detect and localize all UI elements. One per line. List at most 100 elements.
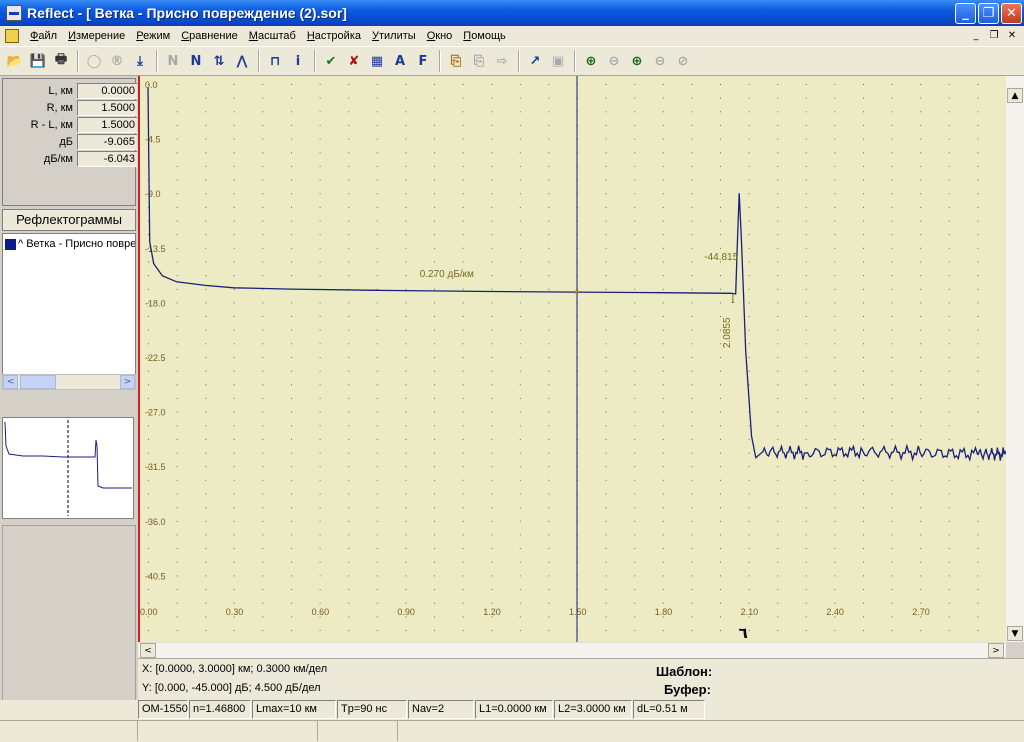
grid-dot [691,111,693,113]
grid-dot [205,520,207,522]
grid-dot [777,152,779,154]
trace-n1-icon[interactable]: N [162,50,184,72]
grid-dot [319,302,321,304]
traces-list[interactable]: ^ Ветка - Присно повреждение (2).sor [2,233,136,389]
grid-dot [262,84,264,85]
grid-dot [434,179,435,181]
grid-dot [805,288,807,290]
grid-dot [605,343,607,345]
overview-minimap[interactable] [2,417,134,519]
grid-dot [176,589,178,590]
grid-dot [519,520,521,522]
grid-dot [977,370,979,372]
zoom-fit-icon[interactable]: ⊕ [626,50,648,72]
grid-dot [176,206,178,208]
status-averaging: Nav=2 [408,700,474,719]
print-icon[interactable]: 🖶 [50,50,72,72]
grid-dot [176,329,178,331]
menu-help[interactable]: Помощь [458,30,512,42]
save-icon[interactable]: 💾 [27,50,49,72]
grid-dot [348,357,350,358]
grid-dot [720,534,721,536]
document-icon[interactable] [5,29,19,43]
zoom-in-icon[interactable]: ⊕ [580,50,602,72]
grid-dot [205,275,207,277]
info-icon[interactable]: i [287,50,309,72]
grid-dot [262,165,264,167]
reflectogram-chart[interactable]: 0.0 -4.5 -9.0 -13.5 -18.0 -22.5 -27.0 -31.5 -36.… [138,76,1006,642]
vscroll-up-button[interactable]: ▲ [1007,88,1023,103]
grid-dot [977,220,979,222]
hscroll-right-button[interactable]: > [988,643,1004,658]
grid-dot [233,534,235,536]
scroll-right-button[interactable]: > [120,375,135,389]
registered-icon[interactable]: ® [106,50,128,72]
menu-utilities[interactable]: Утилиты [367,30,422,42]
menu-measurement[interactable]: Измерение [63,30,131,42]
open-icon[interactable]: 📂 [4,50,26,72]
grid-dot [405,343,407,345]
grid-dot [262,152,264,154]
grid-dot [405,384,407,386]
chart-vscrollbar[interactable]: ▲ ▼ [1006,76,1024,642]
menu-settings[interactable]: Настройка [302,30,367,42]
trace-n2-icon[interactable]: N [185,50,207,72]
grid-dot [805,479,807,481]
compare-icon[interactable]: ⎘ [445,50,467,72]
hscroll-left-button[interactable]: < [140,643,156,658]
trace-item[interactable]: ^ Ветка - Присно повреждение (2).sor [5,238,135,250]
traces-hscrollbar[interactable]: < > [2,374,136,390]
chart-svg[interactable]: 0.0 -4.5 -9.0 -13.5 -18.0 -22.5 -27.0 -31.5 -36.… [138,76,1006,642]
mdi-minimize-button[interactable]: _ [968,28,984,42]
grid-dot [434,329,435,331]
export-2-icon[interactable]: ▣ [547,50,569,72]
menu-scale[interactable]: Масштаб [244,30,302,42]
delete-mark-icon[interactable]: ✘ [343,50,365,72]
trace-merge-icon[interactable]: ⋀ [231,50,253,72]
grid-dot [777,275,779,277]
grid-dot [262,343,264,345]
grid-dot [634,275,636,277]
menu-file[interactable]: Файл [25,30,63,42]
zoom-area-icon[interactable]: ⊘ [672,50,694,72]
circle-icon[interactable]: ◯ [83,50,105,72]
menu-window[interactable]: Окно [422,30,459,42]
grid-dot [691,97,693,99]
download-icon[interactable]: ⤓ [129,50,151,72]
grid-dot [777,575,779,577]
table-icon[interactable]: ▦ [366,50,388,72]
zoom-out-icon[interactable]: ⊖ [603,50,625,72]
grid-dot [291,616,292,618]
scroll-thumb[interactable] [20,375,56,389]
grid-dot [148,602,149,604]
export-icon[interactable]: ↗ [524,50,546,72]
mdi-restore-button[interactable]: ❐ [986,28,1002,42]
grid-dot [662,520,664,522]
compare-3-icon[interactable]: ⇨ [491,50,513,72]
maximize-button[interactable]: ❐ [978,3,999,24]
font-f-icon[interactable]: F [412,50,434,72]
check-icon[interactable]: ✔ [320,50,342,72]
markers-icon[interactable]: ⊓ [264,50,286,72]
x-tick-label: 1.50 [569,607,587,617]
grid-dot [662,97,664,99]
grid-dot [291,370,292,372]
grid-dot [262,534,264,536]
menu-mode[interactable]: Режим [131,30,176,42]
font-a-icon[interactable]: A [389,50,411,72]
minimize-button[interactable]: _ [955,3,976,24]
vscroll-down-button[interactable]: ▼ [1007,626,1023,641]
zoom-reset-icon[interactable]: ⊖ [649,50,671,72]
chart-hscrollbar[interactable]: < > [138,642,1006,658]
grid-dot [605,165,607,167]
menu-compare[interactable]: Сравнение [176,30,244,42]
compare-2-icon[interactable]: ⎘ [468,50,490,72]
grid-dot [948,288,950,290]
close-button[interactable]: ✕ [1001,3,1022,24]
trace-split-icon[interactable]: ⇅ [208,50,230,72]
mdi-close-button[interactable]: ✕ [1004,28,1020,42]
grid-dot [977,234,979,236]
scroll-left-button[interactable]: < [3,375,18,389]
grid-dot [748,425,750,427]
grid-dot [519,302,521,304]
